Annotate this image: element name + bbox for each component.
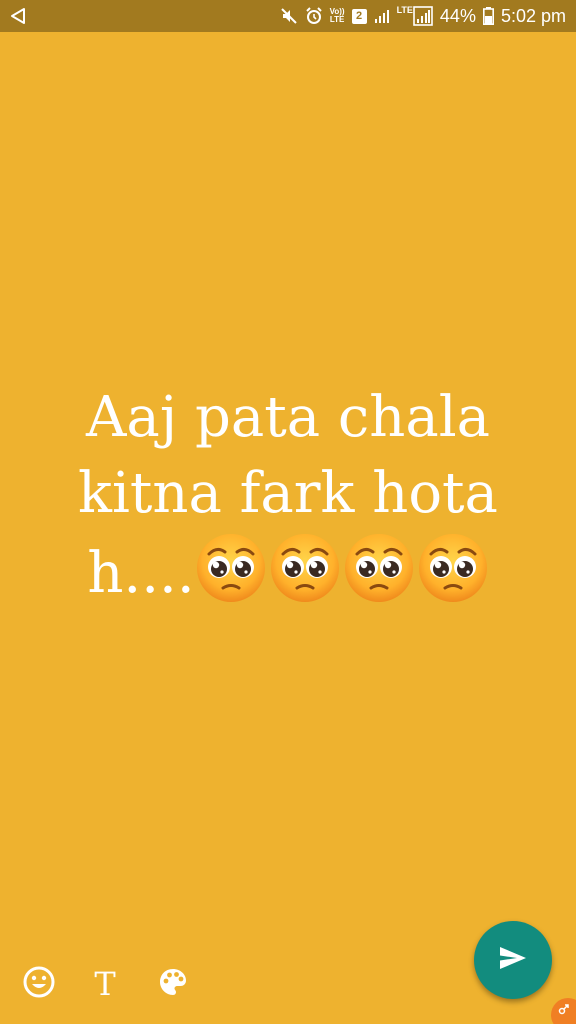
text-icon: T	[94, 965, 116, 1003]
color-palette-button[interactable]	[151, 962, 195, 1006]
status-text-line-3-text: h....	[87, 541, 195, 606]
sim-icon: 2	[351, 8, 367, 24]
volte-icon: Vo)) LTE	[330, 8, 345, 24]
pleading-face-emoji	[343, 532, 415, 604]
overlay-badge-icon[interactable]	[551, 998, 576, 1024]
emoji-icon	[22, 965, 56, 1004]
status-compose-screen: Vo)) LTE 2 LTE 44% 5:02 pm Aaj pata chal…	[0, 0, 576, 1024]
volte-lte-label: LTE	[329, 15, 345, 24]
lte-signal-icon: LTE	[397, 6, 433, 26]
lte-label: LTE	[396, 5, 413, 15]
battery-icon	[482, 7, 494, 25]
status-text-line-2: kitna fark hota	[78, 461, 498, 526]
palette-icon	[157, 966, 189, 1003]
emoji-row	[195, 532, 489, 604]
mute-icon	[280, 7, 298, 25]
clock-time: 5:02 pm	[500, 5, 566, 26]
status-text-line-3: h....	[36, 532, 540, 612]
send-icon	[498, 945, 528, 976]
alarm-icon	[305, 7, 323, 25]
pleading-face-emoji	[417, 532, 489, 604]
status-bar: Vo)) LTE 2 LTE 44% 5:02 pm	[0, 0, 576, 32]
battery-percent: 44%	[439, 5, 476, 26]
status-text-line-1: Aaj pata chala	[85, 385, 491, 450]
status-text-input[interactable]: Aaj pata chala kitna fark hota h....	[36, 380, 540, 612]
send-button[interactable]	[474, 921, 552, 999]
pleading-face-emoji	[195, 532, 267, 604]
back-icon[interactable]	[8, 6, 28, 26]
emoji-button[interactable]	[17, 962, 61, 1006]
pleading-face-emoji	[269, 532, 341, 604]
text-style-button[interactable]: T	[83, 962, 127, 1006]
signal-icon	[374, 8, 390, 24]
